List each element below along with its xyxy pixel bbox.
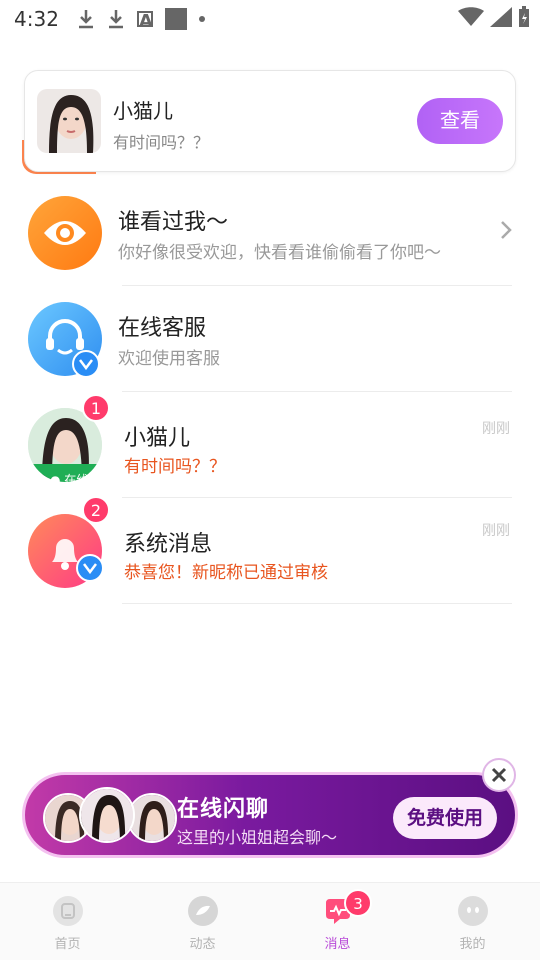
unread-badge: 3 bbox=[344, 889, 372, 917]
row-time: 刚刚 bbox=[482, 523, 510, 539]
profile-icon bbox=[457, 896, 488, 926]
download-icon bbox=[108, 10, 123, 29]
online-chat-banner[interactable]: 在线闪聊 这里的小姐姐超会聊～ 免费使用 bbox=[22, 772, 518, 858]
free-use-button[interactable]: 免费使用 bbox=[393, 797, 497, 839]
nav-feed[interactable]: 动态 bbox=[135, 883, 270, 960]
verified-icon bbox=[76, 554, 104, 582]
list-item-visitors[interactable]: 谁看过我～ 你好像很受欢迎，快看看谁偷偷看了你吧～ bbox=[0, 180, 540, 286]
list-item-system-messages[interactable]: 2 系统消息 恭喜您！新昵称已通过审核 刚刚 bbox=[0, 496, 540, 604]
row-title: 谁看过我～ bbox=[118, 210, 229, 235]
verified-icon bbox=[72, 350, 100, 378]
battery-icon bbox=[519, 6, 529, 27]
banner-avatars bbox=[43, 787, 183, 845]
row-subtitle: 欢迎使用客服 bbox=[118, 349, 220, 369]
close-icon bbox=[491, 767, 507, 783]
close-banner-button[interactable] bbox=[482, 758, 516, 792]
row-title: 系统消息 bbox=[124, 532, 213, 557]
nav-label: 动态 bbox=[189, 937, 216, 952]
list-item-chat-xiaomaoer[interactable]: ● 在线 1 小猫儿 有时间吗？？ 刚刚 bbox=[0, 392, 540, 498]
more-dot-icon bbox=[198, 16, 205, 22]
row-subtitle: 你好像很受欢迎，快看看谁偷偷看了你吧～ bbox=[118, 243, 441, 263]
nav-label: 消息 bbox=[324, 937, 351, 952]
match-message: 有时间吗？？ bbox=[113, 133, 210, 152]
conversation-list: 谁看过我～ 你好像很受欢迎，快看看谁偷偷看了你吧～ 在线客服 欢迎使用客服 ● … bbox=[0, 180, 540, 604]
nav-profile[interactable]: 我的 bbox=[405, 883, 540, 960]
divider bbox=[122, 603, 512, 604]
avatar bbox=[79, 787, 135, 843]
banner-subtitle: 这里的小姐姐超会聊～ bbox=[177, 828, 338, 847]
nav-label: 我的 bbox=[459, 937, 486, 952]
row-time: 刚刚 bbox=[482, 421, 510, 437]
row-title: 在线客服 bbox=[118, 316, 207, 341]
home-icon bbox=[52, 896, 83, 926]
download-icon bbox=[78, 10, 93, 29]
status-time: 4:32 bbox=[14, 7, 59, 31]
bottom-nav: 首页 动态 3 消息 我的 bbox=[0, 882, 540, 960]
row-title: 小猫儿 bbox=[124, 426, 191, 451]
match-name: 小猫儿 bbox=[113, 99, 173, 123]
banner-title: 在线闪聊 bbox=[177, 797, 270, 822]
row-subtitle: 恭喜您！新昵称已通过审核 bbox=[124, 563, 328, 583]
status-bar: 4:32 A bbox=[0, 0, 540, 38]
system-status-icons bbox=[458, 6, 530, 28]
unread-badge: 1 bbox=[82, 394, 110, 422]
eye-icon bbox=[28, 196, 102, 270]
nav-home[interactable]: 首页 bbox=[0, 883, 135, 960]
notification-icons: A bbox=[77, 8, 205, 32]
view-button[interactable]: 查看 bbox=[417, 98, 503, 144]
match-avatar[interactable] bbox=[37, 89, 101, 153]
online-status: ● 在线 bbox=[50, 473, 89, 487]
row-subtitle: 有时间吗？？ bbox=[124, 457, 226, 477]
match-card[interactable]: 小猫儿 有时间吗？？ 查看 bbox=[24, 70, 516, 172]
signal-icon bbox=[490, 7, 512, 27]
wifi-icon bbox=[458, 7, 484, 26]
nav-label: 首页 bbox=[54, 937, 81, 952]
app-a-icon: A bbox=[136, 11, 153, 32]
online-label: 在线 bbox=[64, 473, 89, 487]
feed-icon bbox=[187, 896, 218, 926]
app-square-icon bbox=[164, 8, 187, 30]
nav-messages[interactable]: 3 消息 bbox=[270, 883, 405, 960]
unread-badge: 2 bbox=[82, 496, 110, 524]
chevron-right-icon bbox=[501, 221, 512, 239]
list-item-customer-service[interactable]: 在线客服 欢迎使用客服 bbox=[0, 286, 540, 392]
